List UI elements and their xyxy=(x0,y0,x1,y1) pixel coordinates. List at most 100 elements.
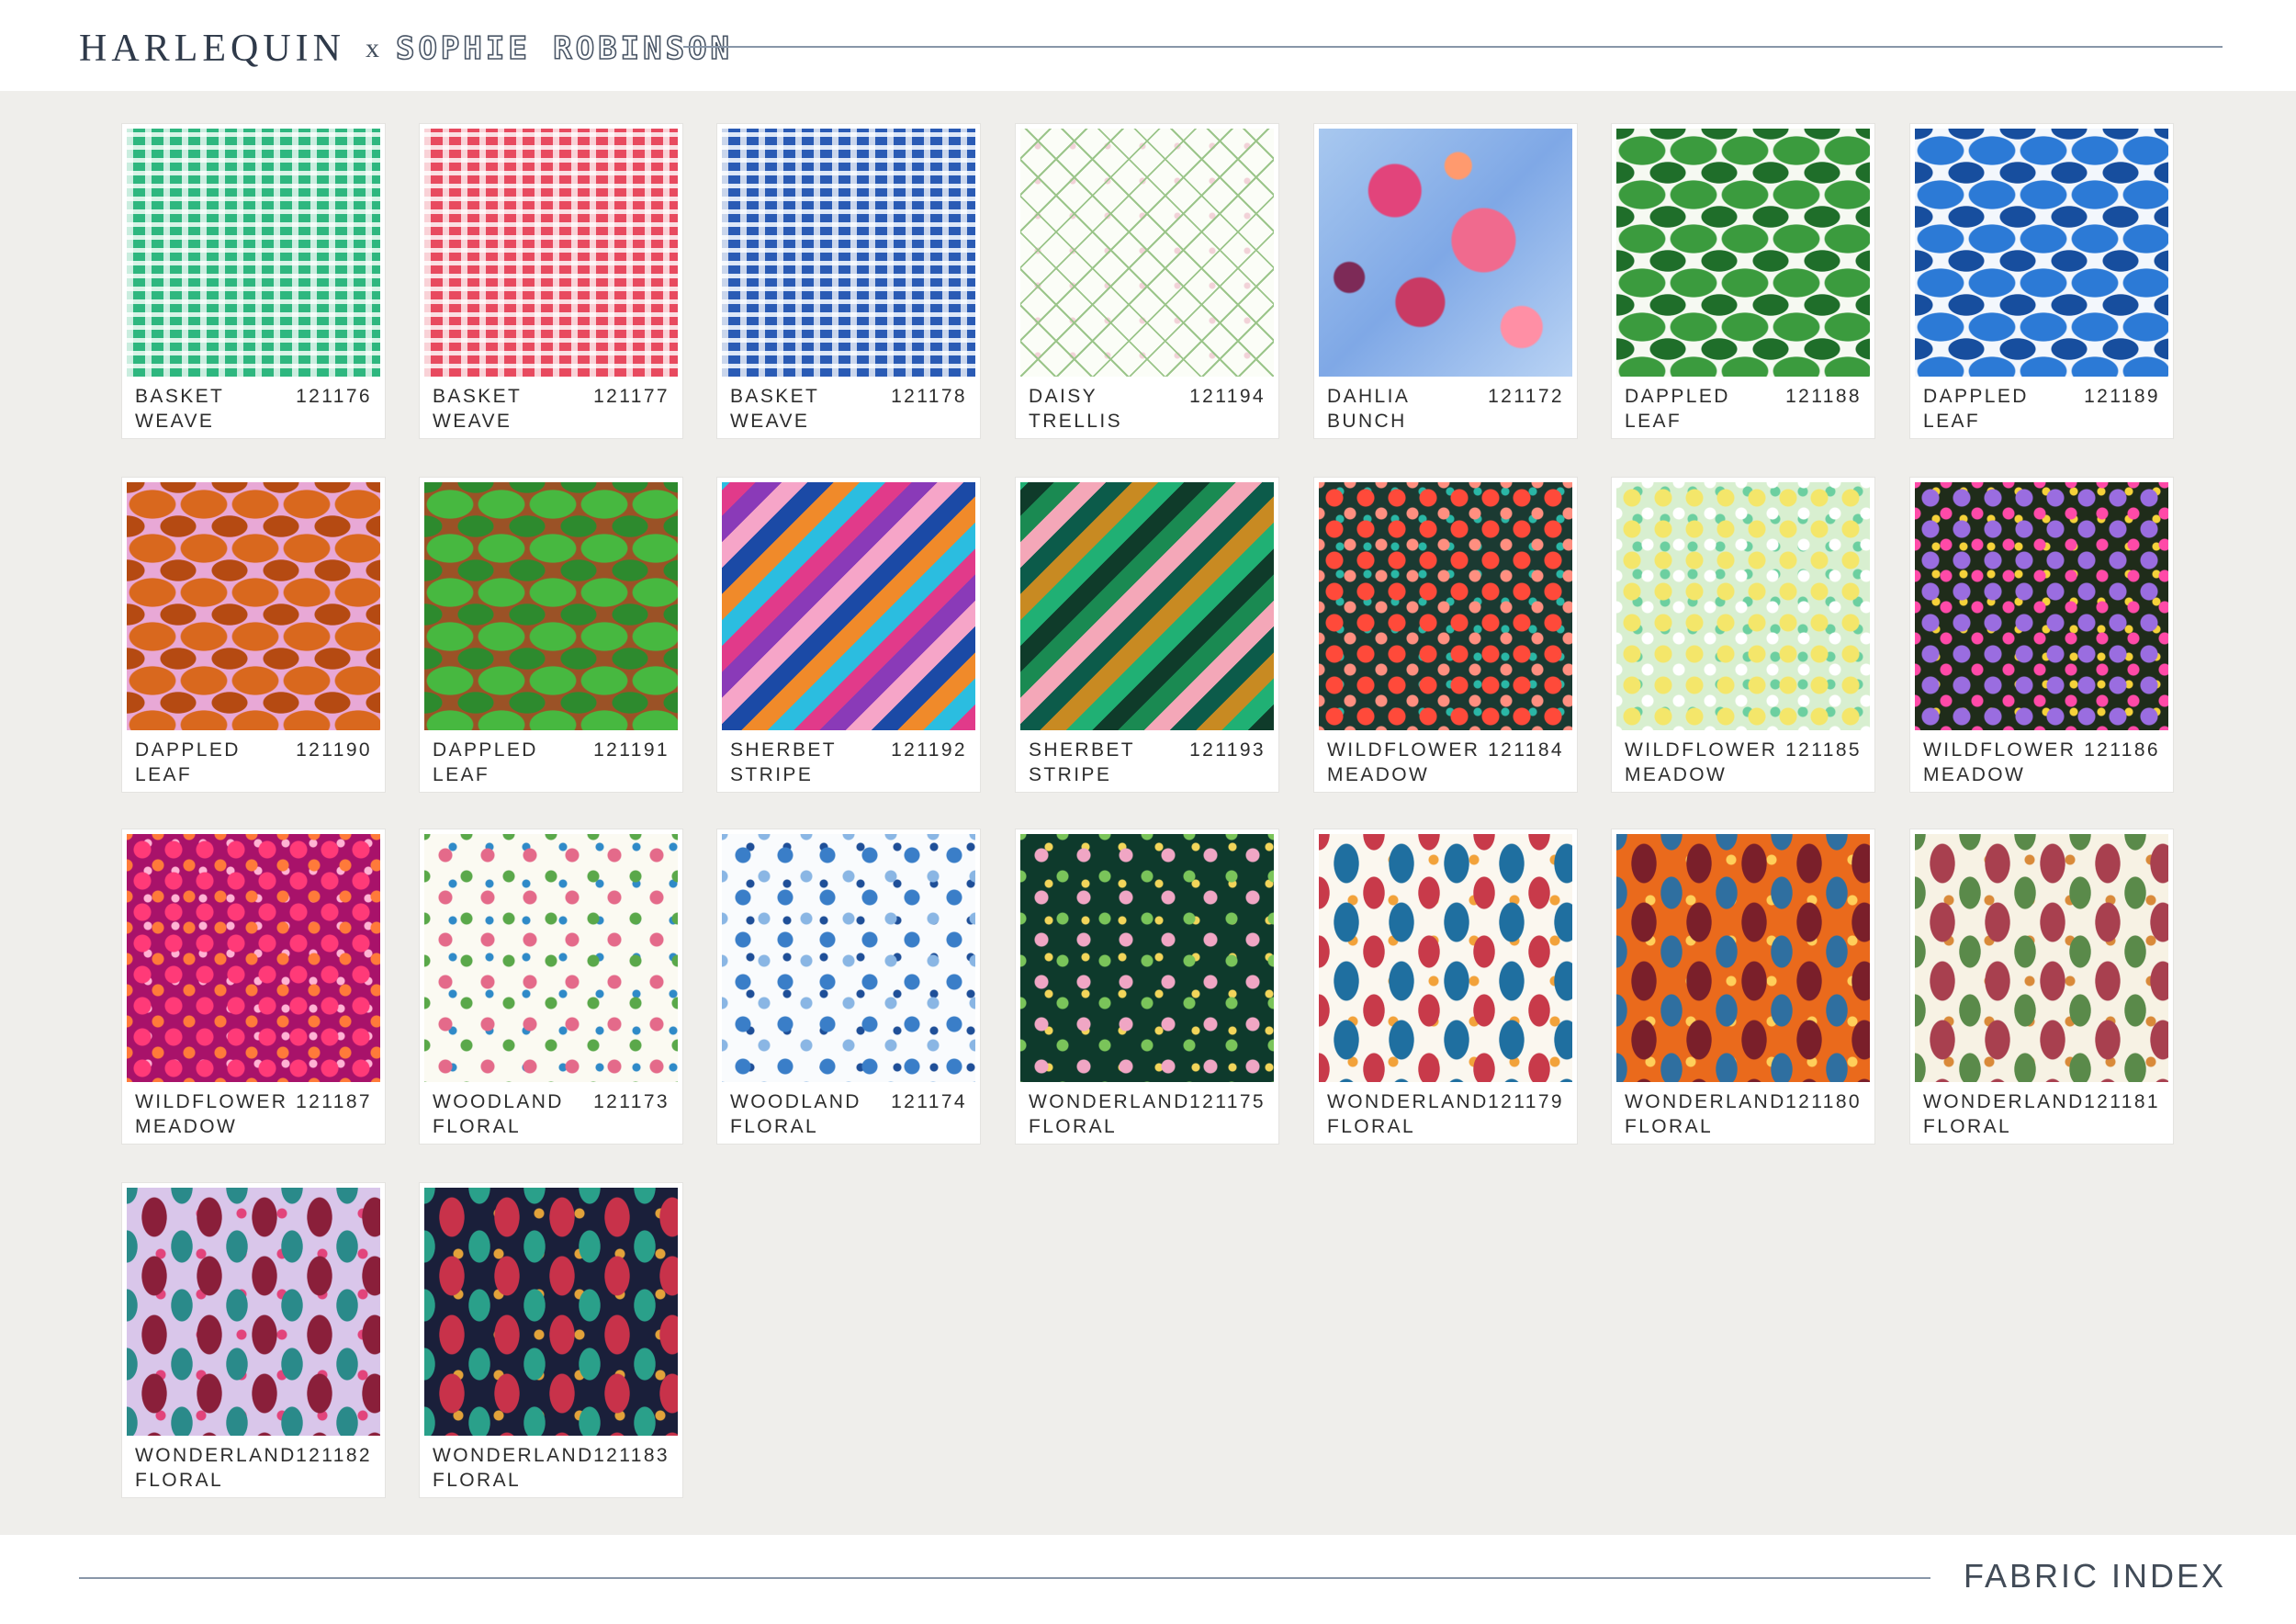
fabric-code: 121174 xyxy=(891,1091,967,1112)
fabric-swatch xyxy=(1319,834,1572,1082)
fabric-swatch xyxy=(127,1188,380,1436)
fabric-name: DAPPLED LEAF xyxy=(433,739,538,785)
fabric-name: DAPPLED LEAF xyxy=(1923,386,2029,432)
fabric-card[interactable]: BASKET WEAVE 121177 xyxy=(420,124,682,438)
fabric-card[interactable]: DAPPLED LEAF 121190 xyxy=(122,478,385,792)
fabric-card[interactable]: WONDERLAND FLORAL 121179 xyxy=(1314,829,1577,1144)
fabric-name: WILDFLOWER MEADOW xyxy=(1327,739,1480,785)
fabric-name: WILDFLOWER MEADOW xyxy=(1923,739,2077,785)
fabric-code: 121172 xyxy=(1488,386,1564,407)
fabric-code: 121183 xyxy=(593,1445,670,1466)
fabric-code: 121181 xyxy=(2084,1091,2160,1112)
fabric-swatch xyxy=(1616,129,1870,377)
fabric-card[interactable]: WILDFLOWER MEADOW 121187 xyxy=(122,829,385,1144)
fabric-code: 121177 xyxy=(593,386,670,407)
fabric-name: WONDERLAND FLORAL xyxy=(135,1445,297,1491)
fabric-card[interactable]: WILDFLOWER MEADOW 121185 xyxy=(1612,478,1874,792)
fabric-card[interactable]: WONDERLAND FLORAL 121182 xyxy=(122,1183,385,1497)
fabric-card[interactable]: DAPPLED LEAF 121191 xyxy=(420,478,682,792)
fabric-swatch xyxy=(1319,129,1572,377)
fabric-code: 121173 xyxy=(593,1091,670,1112)
fabric-swatch xyxy=(1020,834,1274,1082)
fabric-card[interactable]: SHERBET STRIPE 121193 xyxy=(1016,478,1278,792)
brand-separator: x xyxy=(365,33,379,63)
fabric-code: 121187 xyxy=(296,1091,372,1112)
fabric-name: WILDFLOWER MEADOW xyxy=(1625,739,1778,785)
fabric-name: SHERBET STRIPE xyxy=(1029,739,1135,785)
fabric-card[interactable]: DAISY TRELLIS 121194 xyxy=(1016,124,1278,438)
fabric-code: 121193 xyxy=(1189,739,1266,761)
fabric-swatch xyxy=(127,129,380,377)
brand-name: HARLEQUIN xyxy=(79,28,345,70)
fabric-code: 121185 xyxy=(1785,739,1862,761)
fabric-card[interactable]: WONDERLAND FLORAL 121183 xyxy=(420,1183,682,1497)
header-divider xyxy=(683,46,2223,48)
fabric-swatch xyxy=(1020,129,1274,377)
fabric-name: WONDERLAND FLORAL xyxy=(1923,1091,2085,1137)
fabric-code: 121182 xyxy=(296,1445,372,1466)
fabric-card[interactable]: WONDERLAND FLORAL 121180 xyxy=(1612,829,1874,1144)
fabric-code: 121186 xyxy=(2084,739,2160,761)
fabric-code: 121184 xyxy=(1488,739,1564,761)
fabric-swatch xyxy=(1915,482,2168,730)
page-title: FABRIC INDEX xyxy=(1963,1557,2226,1595)
fabric-swatch xyxy=(1915,834,2168,1082)
fabric-card[interactable]: BASKET WEAVE 121176 xyxy=(122,124,385,438)
fabric-card[interactable]: WILDFLOWER MEADOW 121184 xyxy=(1314,478,1577,792)
fabric-code: 121175 xyxy=(1189,1091,1266,1112)
fabric-card[interactable]: BASKET WEAVE 121178 xyxy=(717,124,980,438)
fabric-swatch xyxy=(424,482,678,730)
fabric-card[interactable]: SHERBET STRIPE 121192 xyxy=(717,478,980,792)
fabric-card[interactable]: WILDFLOWER MEADOW 121186 xyxy=(1910,478,2173,792)
fabric-card[interactable]: DAPPLED LEAF 121188 xyxy=(1612,124,1874,438)
fabric-name: WILDFLOWER MEADOW xyxy=(135,1091,288,1137)
fabric-code: 121180 xyxy=(1785,1091,1862,1112)
fabric-code: 121188 xyxy=(1785,386,1862,407)
fabric-code: 121189 xyxy=(2084,386,2160,407)
fabric-code: 121179 xyxy=(1488,1091,1564,1112)
fabric-swatch xyxy=(722,834,975,1082)
fabric-name: BASKET WEAVE xyxy=(135,386,225,432)
fabric-name: DAHLIA BUNCH xyxy=(1327,386,1411,432)
fabric-card[interactable]: WOODLAND FLORAL 121173 xyxy=(420,829,682,1144)
fabric-name: BASKET WEAVE xyxy=(730,386,820,432)
footer-divider xyxy=(79,1577,1930,1579)
fabric-grid: BASKET WEAVE 121176 BASKET WEAVE 121177 … xyxy=(0,91,2296,1535)
page-footer: FABRIC INDEX xyxy=(0,1535,2296,1624)
fabric-name: WONDERLAND FLORAL xyxy=(1327,1091,1489,1137)
fabric-swatch xyxy=(424,834,678,1082)
fabric-name: WONDERLAND FLORAL xyxy=(433,1445,594,1491)
fabric-name: WOODLAND FLORAL xyxy=(730,1091,861,1137)
fabric-code: 121178 xyxy=(891,386,967,407)
fabric-code: 121192 xyxy=(891,739,967,761)
fabric-name: WONDERLAND FLORAL xyxy=(1029,1091,1190,1137)
brand-lockup: HARLEQUIN x SOPHIE ROBINSON xyxy=(79,24,733,73)
fabric-swatch xyxy=(424,1188,678,1436)
fabric-name: DAPPLED LEAF xyxy=(1625,386,1730,432)
page-header: HARLEQUIN x SOPHIE ROBINSON xyxy=(0,0,2296,91)
fabric-swatch xyxy=(1020,482,1274,730)
fabric-card[interactable]: WONDERLAND FLORAL 121175 xyxy=(1016,829,1278,1144)
fabric-name: SHERBET STRIPE xyxy=(730,739,837,785)
fabric-swatch xyxy=(1915,129,2168,377)
fabric-name: DAISY TRELLIS xyxy=(1029,386,1122,432)
fabric-code: 121194 xyxy=(1189,386,1266,407)
fabric-swatch xyxy=(1616,482,1870,730)
fabric-name: BASKET WEAVE xyxy=(433,386,523,432)
fabric-name: WOODLAND FLORAL xyxy=(433,1091,564,1137)
collaborator-name: SOPHIE ROBINSON xyxy=(395,29,734,68)
fabric-swatch xyxy=(127,482,380,730)
fabric-swatch xyxy=(424,129,678,377)
fabric-name: WONDERLAND FLORAL xyxy=(1625,1091,1786,1137)
fabric-swatch xyxy=(1616,834,1870,1082)
fabric-swatch xyxy=(722,482,975,730)
fabric-card[interactable]: DAHLIA BUNCH 121172 xyxy=(1314,124,1577,438)
fabric-swatch xyxy=(1319,482,1572,730)
fabric-card[interactable]: WONDERLAND FLORAL 121181 xyxy=(1910,829,2173,1144)
fabric-card[interactable]: DAPPLED LEAF 121189 xyxy=(1910,124,2173,438)
fabric-card[interactable]: WOODLAND FLORAL 121174 xyxy=(717,829,980,1144)
fabric-code: 121190 xyxy=(296,739,372,761)
fabric-swatch xyxy=(722,129,975,377)
fabric-swatch xyxy=(127,834,380,1082)
fabric-code: 121176 xyxy=(296,386,372,407)
